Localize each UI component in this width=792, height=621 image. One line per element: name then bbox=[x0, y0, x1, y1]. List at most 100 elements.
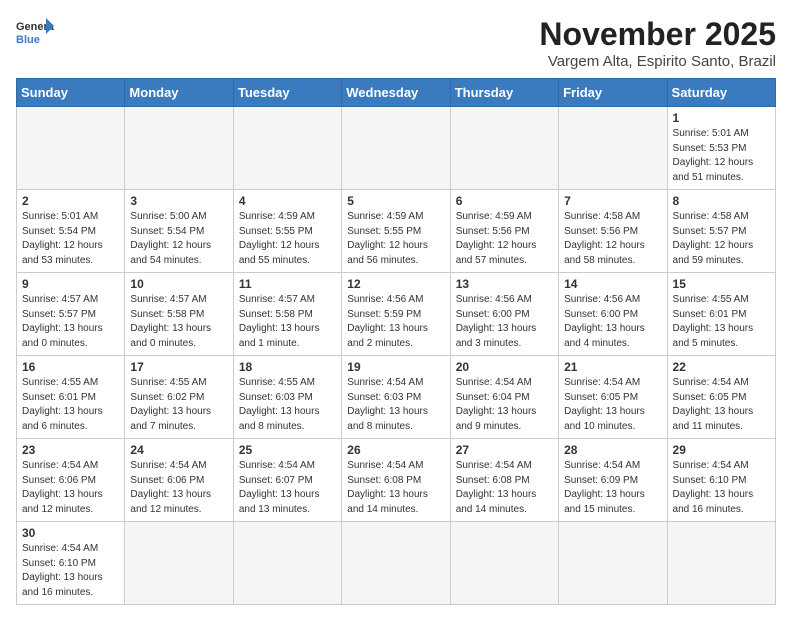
calendar-cell: 2Sunrise: 5:01 AMSunset: 5:54 PMDaylight… bbox=[17, 190, 125, 273]
col-header-friday: Friday bbox=[559, 79, 667, 107]
day-info: Sunrise: 4:55 AMSunset: 6:03 PMDaylight:… bbox=[239, 376, 336, 434]
calendar-cell: 11 Sunrise: 4:57 AMSunset: 5:58 PMDayligh… bbox=[233, 273, 341, 356]
day-info: Sunrise: 4:54 AMSunset: 6:04 PMDaylight:… bbox=[456, 376, 553, 434]
week-row-5: 30Sunrise: 4:54 AMSunset: 6:10 PMDayligh… bbox=[17, 522, 776, 605]
day-number: 14 bbox=[564, 277, 661, 291]
calendar-cell bbox=[17, 107, 125, 190]
calendar-cell bbox=[342, 522, 450, 605]
day-info: Sunrise: 4:55 AMSunset: 6:01 PMDaylight:… bbox=[673, 293, 770, 351]
col-header-saturday: Saturday bbox=[667, 79, 775, 107]
calendar-cell: 5 Sunrise: 4:59 AMSunset: 5:55 PMDaylight… bbox=[342, 190, 450, 273]
month-title: November 2025 bbox=[539, 16, 776, 53]
day-info: Sunrise: 4:59 AMSunset: 5:55 PMDaylight:… bbox=[347, 210, 444, 268]
day-number: 6 bbox=[456, 194, 553, 208]
day-number: 21 bbox=[564, 360, 661, 374]
day-info: Sunrise: 4:57 AMSunset: 5:57 PMDaylight:… bbox=[22, 293, 119, 351]
logo: General Blue bbox=[16, 16, 54, 46]
calendar-cell: 26Sunrise: 4:54 AMSunset: 6:08 PMDayligh… bbox=[342, 439, 450, 522]
calendar-cell: 25Sunrise: 4:54 AMSunset: 6:07 PMDayligh… bbox=[233, 439, 341, 522]
calendar-cell bbox=[559, 522, 667, 605]
day-number: 7 bbox=[564, 194, 661, 208]
calendar-cell bbox=[450, 107, 558, 190]
day-info: Sunrise: 4:58 AMSunset: 5:56 PMDaylight:… bbox=[564, 210, 661, 268]
calendar-cell: 4 Sunrise: 4:59 AMSunset: 5:55 PMDaylight… bbox=[233, 190, 341, 273]
day-number: 12 bbox=[347, 277, 444, 291]
day-number: 25 bbox=[239, 443, 336, 457]
day-number: 3 bbox=[130, 194, 227, 208]
calendar-cell: 9Sunrise: 4:57 AMSunset: 5:57 PMDaylight… bbox=[17, 273, 125, 356]
day-number: 15 bbox=[673, 277, 770, 291]
calendar-cell: 20 Sunrise: 4:54 AMSunset: 6:04 PMDayligh… bbox=[450, 356, 558, 439]
calendar-cell: 13 Sunrise: 4:56 AMSunset: 6:00 PMDayligh… bbox=[450, 273, 558, 356]
week-row-0: 1 Sunrise: 5:01 AMSunset: 5:53 PMDaylight… bbox=[17, 107, 776, 190]
week-row-1: 2Sunrise: 5:01 AMSunset: 5:54 PMDaylight… bbox=[17, 190, 776, 273]
day-number: 29 bbox=[673, 443, 770, 457]
calendar-cell bbox=[667, 522, 775, 605]
calendar-cell: 8Sunrise: 4:58 AMSunset: 5:57 PMDaylight… bbox=[667, 190, 775, 273]
calendar-cell: 24Sunrise: 4:54 AMSunset: 6:06 PMDayligh… bbox=[125, 439, 233, 522]
week-row-3: 16 Sunrise: 4:55 AMSunset: 6:01 PMDayligh… bbox=[17, 356, 776, 439]
week-row-4: 23Sunrise: 4:54 AMSunset: 6:06 PMDayligh… bbox=[17, 439, 776, 522]
day-number: 18 bbox=[239, 360, 336, 374]
col-header-sunday: Sunday bbox=[17, 79, 125, 107]
day-number: 28 bbox=[564, 443, 661, 457]
day-info: Sunrise: 4:55 AMSunset: 6:02 PMDaylight:… bbox=[130, 376, 227, 434]
day-info: Sunrise: 4:56 AMSunset: 6:00 PMDaylight:… bbox=[564, 293, 661, 351]
calendar-cell: 14 Sunrise: 4:56 AMSunset: 6:00 PMDayligh… bbox=[559, 273, 667, 356]
day-info: Sunrise: 4:55 AMSunset: 6:01 PMDaylight:… bbox=[22, 376, 119, 434]
day-number: 13 bbox=[456, 277, 553, 291]
day-number: 11 bbox=[239, 277, 336, 291]
calendar-cell: 16 Sunrise: 4:55 AMSunset: 6:01 PMDayligh… bbox=[17, 356, 125, 439]
col-header-wednesday: Wednesday bbox=[342, 79, 450, 107]
day-number: 2 bbox=[22, 194, 119, 208]
day-number: 17 bbox=[130, 360, 227, 374]
calendar-cell: 30Sunrise: 4:54 AMSunset: 6:10 PMDayligh… bbox=[17, 522, 125, 605]
col-header-monday: Monday bbox=[125, 79, 233, 107]
day-info: Sunrise: 4:54 AMSunset: 6:05 PMDaylight:… bbox=[564, 376, 661, 434]
calendar-cell bbox=[125, 522, 233, 605]
day-number: 4 bbox=[239, 194, 336, 208]
calendar-cell: 7 Sunrise: 4:58 AMSunset: 5:56 PMDaylight… bbox=[559, 190, 667, 273]
col-header-tuesday: Tuesday bbox=[233, 79, 341, 107]
day-number: 8 bbox=[673, 194, 770, 208]
logo-icon: General Blue bbox=[16, 16, 54, 46]
day-info: Sunrise: 5:01 AMSunset: 5:53 PMDaylight:… bbox=[673, 127, 770, 185]
calendar-cell bbox=[233, 107, 341, 190]
day-number: 5 bbox=[347, 194, 444, 208]
location: Vargem Alta, Espirito Santo, Brazil bbox=[539, 53, 776, 70]
calendar-cell: 23Sunrise: 4:54 AMSunset: 6:06 PMDayligh… bbox=[17, 439, 125, 522]
day-info: Sunrise: 4:54 AMSunset: 6:10 PMDaylight:… bbox=[673, 459, 770, 517]
col-header-thursday: Thursday bbox=[450, 79, 558, 107]
calendar-cell: 28 Sunrise: 4:54 AMSunset: 6:09 PMDayligh… bbox=[559, 439, 667, 522]
calendar-cell: 17 Sunrise: 4:55 AMSunset: 6:02 PMDayligh… bbox=[125, 356, 233, 439]
calendar-cell bbox=[559, 107, 667, 190]
day-number: 20 bbox=[456, 360, 553, 374]
day-number: 22 bbox=[673, 360, 770, 374]
day-number: 1 bbox=[673, 111, 770, 125]
calendar-header-row: SundayMondayTuesdayWednesdayThursdayFrid… bbox=[17, 79, 776, 107]
calendar-cell bbox=[342, 107, 450, 190]
day-info: Sunrise: 4:54 AMSunset: 6:09 PMDaylight:… bbox=[564, 459, 661, 517]
day-info: Sunrise: 4:54 AMSunset: 6:06 PMDaylight:… bbox=[22, 459, 119, 517]
day-number: 27 bbox=[456, 443, 553, 457]
header: General Blue November 2025 Vargem Alta, … bbox=[16, 16, 776, 70]
day-number: 30 bbox=[22, 526, 119, 540]
title-area: November 2025 Vargem Alta, Espirito Sant… bbox=[539, 16, 776, 70]
calendar: SundayMondayTuesdayWednesdayThursdayFrid… bbox=[16, 78, 776, 605]
calendar-cell bbox=[233, 522, 341, 605]
day-info: Sunrise: 4:57 AMSunset: 5:58 PMDaylight:… bbox=[239, 293, 336, 351]
calendar-cell: 6Sunrise: 4:59 AMSunset: 5:56 PMDaylight… bbox=[450, 190, 558, 273]
day-info: Sunrise: 4:59 AMSunset: 5:55 PMDaylight:… bbox=[239, 210, 336, 268]
day-info: Sunrise: 4:56 AMSunset: 6:00 PMDaylight:… bbox=[456, 293, 553, 351]
calendar-cell: 22Sunrise: 4:54 AMSunset: 6:05 PMDayligh… bbox=[667, 356, 775, 439]
day-info: Sunrise: 4:57 AMSunset: 5:58 PMDaylight:… bbox=[130, 293, 227, 351]
calendar-cell bbox=[450, 522, 558, 605]
day-info: Sunrise: 4:56 AMSunset: 5:59 PMDaylight:… bbox=[347, 293, 444, 351]
day-info: Sunrise: 4:54 AMSunset: 6:06 PMDaylight:… bbox=[130, 459, 227, 517]
day-info: Sunrise: 4:54 AMSunset: 6:08 PMDaylight:… bbox=[456, 459, 553, 517]
day-info: Sunrise: 5:00 AMSunset: 5:54 PMDaylight:… bbox=[130, 210, 227, 268]
calendar-cell: 29 Sunrise: 4:54 AMSunset: 6:10 PMDayligh… bbox=[667, 439, 775, 522]
day-info: Sunrise: 4:54 AMSunset: 6:08 PMDaylight:… bbox=[347, 459, 444, 517]
day-info: Sunrise: 4:54 AMSunset: 6:03 PMDaylight:… bbox=[347, 376, 444, 434]
day-number: 16 bbox=[22, 360, 119, 374]
